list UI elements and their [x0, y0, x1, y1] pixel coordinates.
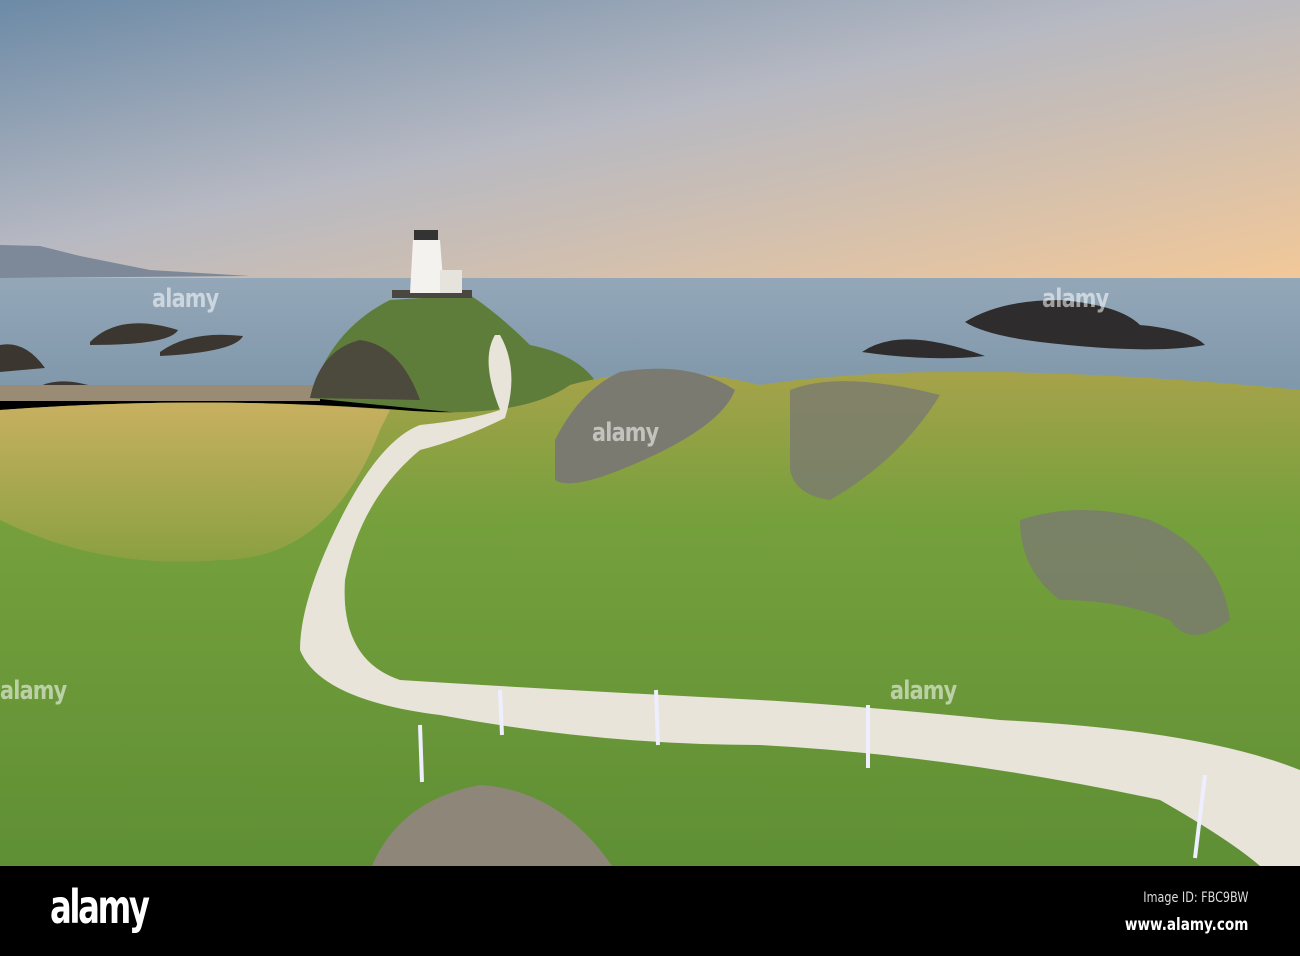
- photo-frame: alamy alamy alamy alamy alamy alamy Imag…: [0, 0, 1300, 956]
- footer-bar: alamy Image ID: FBC9BW www.alamy.com: [0, 866, 1300, 956]
- site-url: www.alamy.com: [1124, 915, 1248, 935]
- image-id: Image ID: FBC9BW: [1142, 890, 1248, 906]
- sky: [0, 0, 1300, 280]
- beach: [0, 385, 320, 401]
- watermark-text: alamy: [0, 676, 67, 706]
- watermark-text: alamy: [890, 676, 957, 706]
- watermark-text: alamy: [1042, 284, 1109, 314]
- watermark-text: alamy: [592, 418, 659, 448]
- watermark-text: alamy: [152, 284, 219, 314]
- alamy-logo: alamy: [50, 880, 150, 934]
